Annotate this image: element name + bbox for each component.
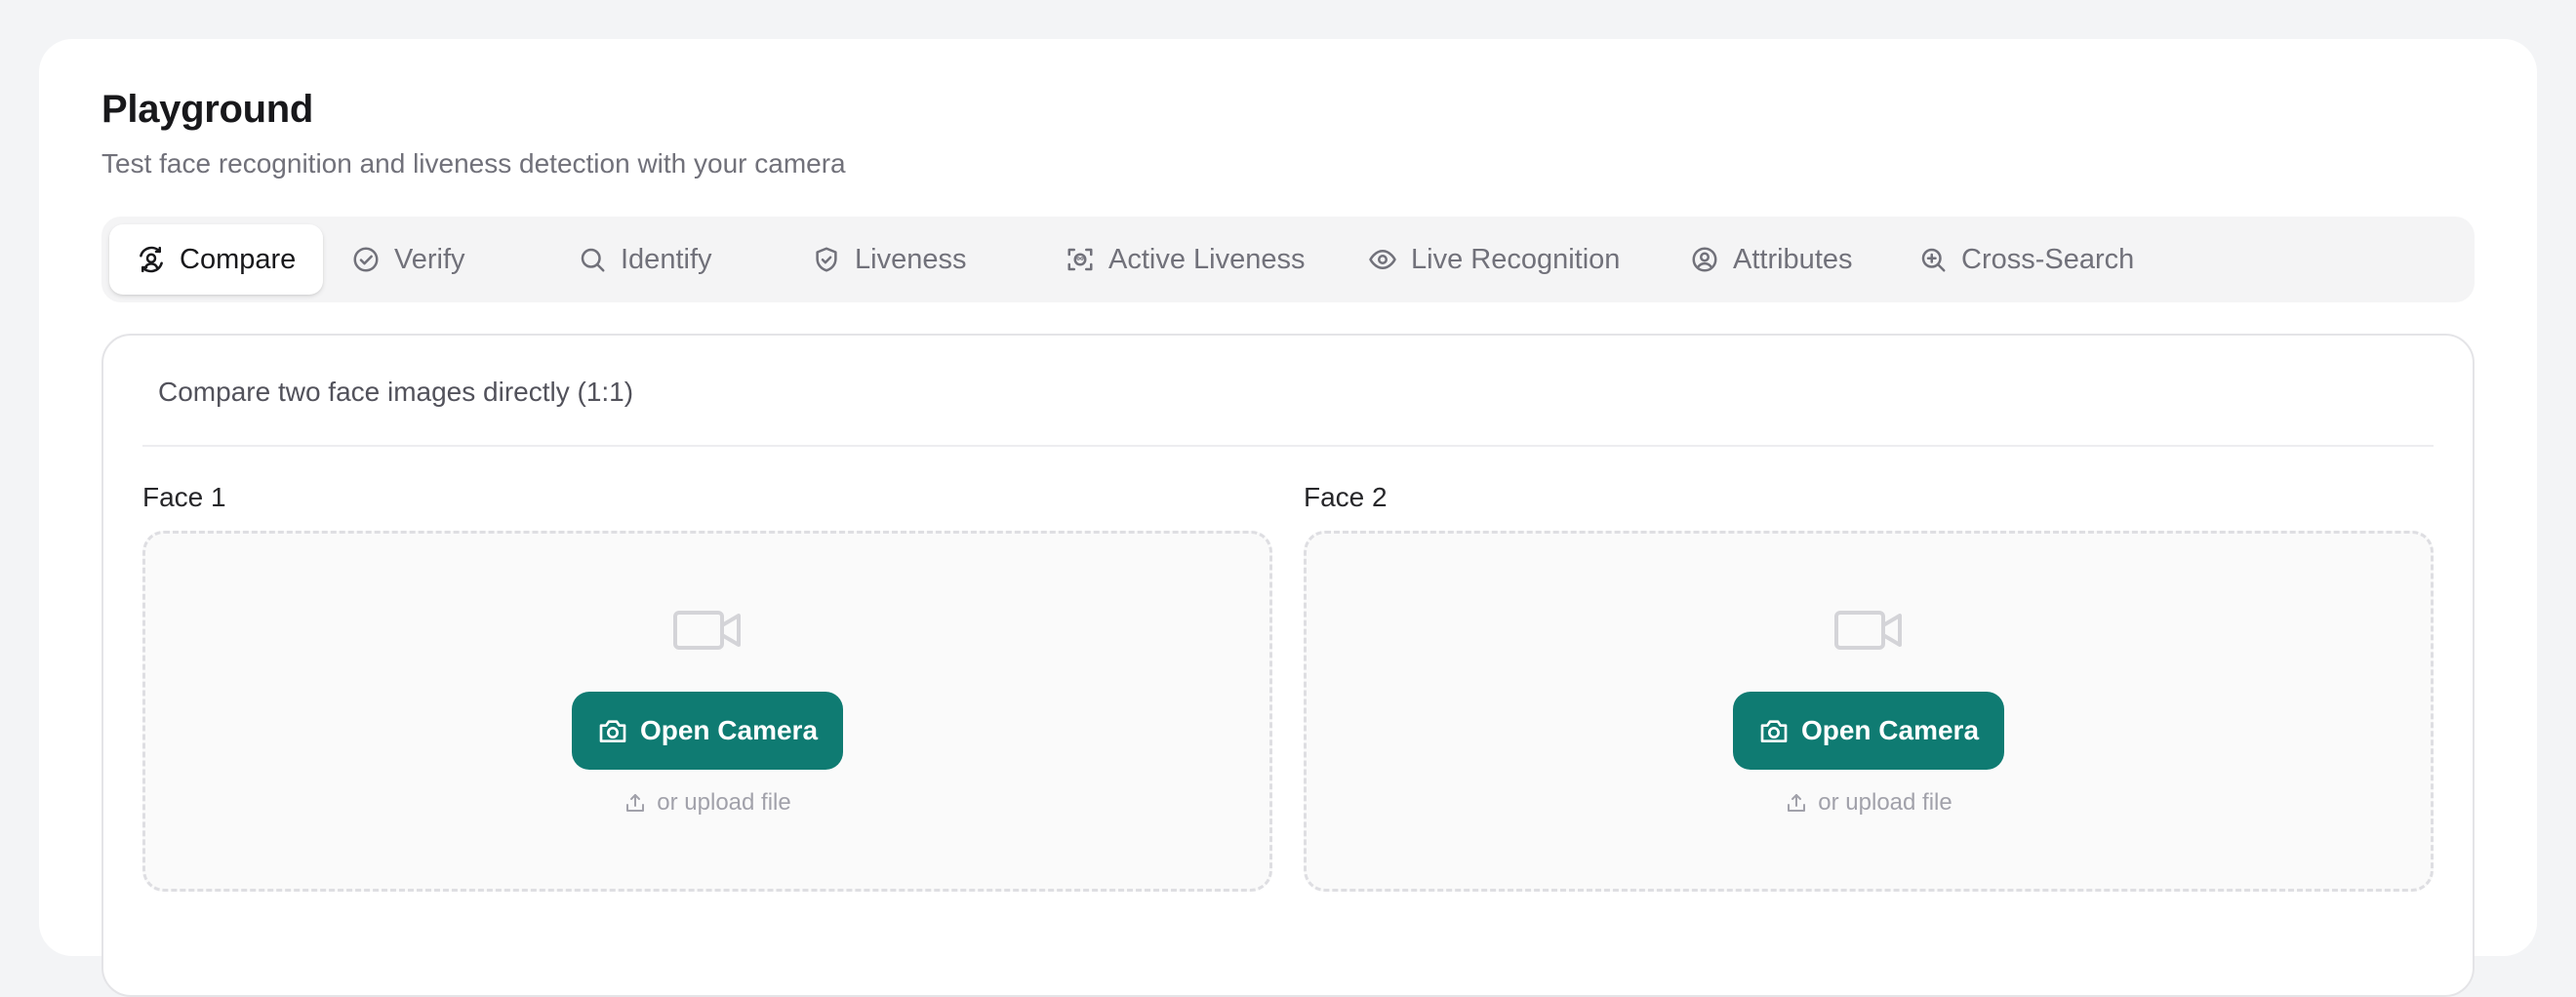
upload-icon [1788,794,1806,812]
compare-panel: Compare two face images directly (1:1) F… [101,334,2475,997]
open-camera-label: Open Camera [1800,715,1980,745]
tab-label: Compare [180,243,297,275]
page-subtitle: Test face recognition and liveness detec… [101,148,846,179]
face-2-dropzone[interactable]: Open Camera or upload file [1304,531,2434,892]
tab-label: Attributes [1733,243,1853,275]
shield-check-icon [816,247,837,272]
video-camera-icon [673,611,741,650]
tab-compare[interactable]: Compare [109,224,324,295]
search-icon [581,248,605,272]
tab-label: Identify [621,243,712,275]
tab-label: Liveness [855,243,967,275]
tab-label: Cross-Search [1961,243,2135,275]
open-camera-button[interactable]: Open Camera [1733,692,2004,770]
upload-label: or upload file [1818,789,1952,816]
upload-icon [626,794,645,812]
tab-cross-search[interactable]: Cross-Search [1891,224,2161,295]
tab-verify[interactable]: Verify [324,224,493,295]
divider [142,445,2434,447]
check-circle-icon [353,247,379,272]
upload-label: or upload file [657,789,791,816]
tab-identify[interactable]: Identify [550,224,740,295]
tab-active-liveness[interactable]: Active Liveness [1038,224,1333,295]
camera-icon [1760,720,1788,742]
face-2-label: Face 2 [1304,482,1388,512]
open-camera-button[interactable]: Open Camera [572,692,843,770]
tab-label: Verify [394,243,465,275]
user-circle-icon [1692,247,1717,272]
playground-card: Playground Test face recognition and liv… [39,39,2537,997]
compare-face-icon [140,246,163,273]
zoom-in-icon [1921,248,1946,272]
open-camera-label: Open Camera [639,715,819,745]
eye-icon [1369,250,1396,269]
tab-live-recognition[interactable]: Live Recognition [1341,224,1647,295]
page-title: Playground [101,88,314,131]
face-scan-icon [1067,248,1093,271]
panel-description: Compare two face images directly (1:1) [158,377,634,407]
tab-label: Live Recognition [1411,243,1621,275]
mode-tabs: Compare Verify Identify Liveness Active … [101,217,2475,302]
camera-icon [599,720,626,742]
video-camera-icon [1834,611,1902,650]
tab-attributes[interactable]: Attributes [1663,224,1880,295]
upload-file-link[interactable]: or upload file [145,789,1269,817]
upload-file-link[interactable]: or upload file [1307,789,2431,817]
tab-label: Active Liveness [1108,243,1306,275]
face-1-dropzone[interactable]: Open Camera or upload file [142,531,1272,892]
tab-liveness[interactable]: Liveness [785,224,993,295]
face-1-label: Face 1 [142,482,226,512]
